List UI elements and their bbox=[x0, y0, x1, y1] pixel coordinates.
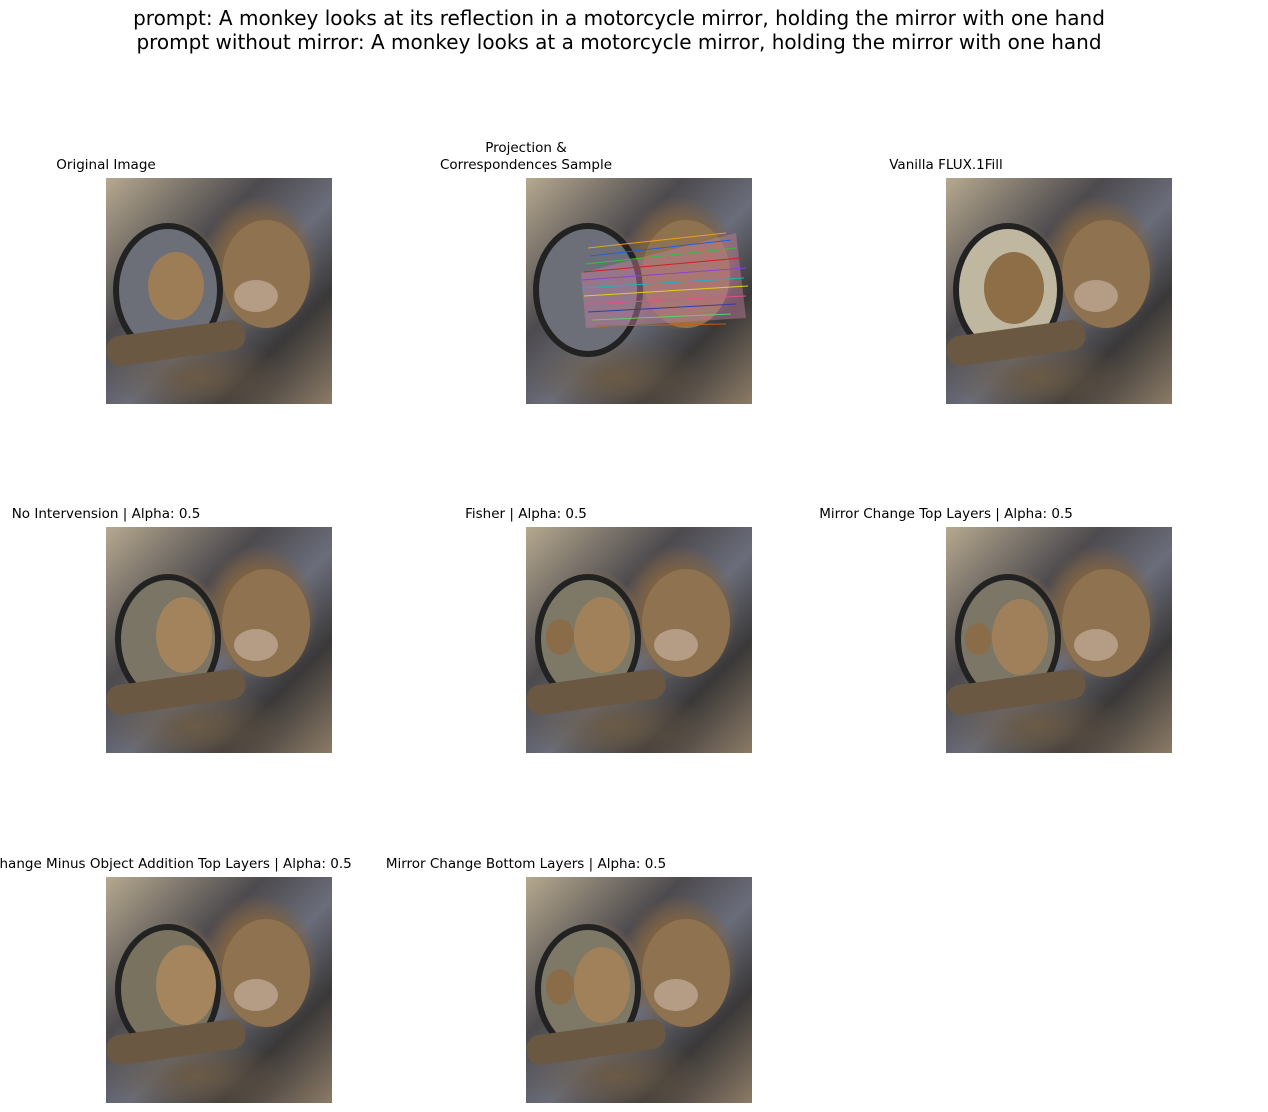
mirror-change-minus-object-image bbox=[106, 877, 332, 1103]
correspondences-image bbox=[526, 178, 752, 404]
panel-title: Vanilla FLUX.1Fill bbox=[889, 157, 1003, 173]
flux-fill-image bbox=[946, 178, 1172, 404]
panel-title: Mirror Change Top Layers | Alpha: 0.5 bbox=[819, 506, 1073, 522]
mirror-change-top-image bbox=[946, 527, 1172, 753]
panel-title: Mirror Change Minus Object Addition Top … bbox=[0, 856, 352, 872]
panel-title: No Intervension | Alpha: 0.5 bbox=[11, 506, 201, 522]
monkey-mirror-image bbox=[106, 178, 332, 404]
panel-title: Projection & Correspondences Sample bbox=[439, 140, 613, 173]
no-intervention-image bbox=[106, 527, 332, 753]
prompt-without-mirror-line: prompt without mirror: A monkey looks at… bbox=[136, 30, 1102, 54]
panel-title: Original Image bbox=[56, 157, 156, 173]
prompt-line: prompt: A monkey looks at its reflection… bbox=[133, 6, 1105, 30]
figure-title: prompt: A monkey looks at its reflection… bbox=[0, 6, 1238, 54]
fisher-image bbox=[526, 527, 752, 753]
panel-title: Fisher | Alpha: 0.5 bbox=[465, 506, 587, 522]
panel-title: Mirror Change Bottom Layers | Alpha: 0.5 bbox=[385, 856, 667, 872]
mirror-change-bottom-image bbox=[526, 877, 752, 1103]
